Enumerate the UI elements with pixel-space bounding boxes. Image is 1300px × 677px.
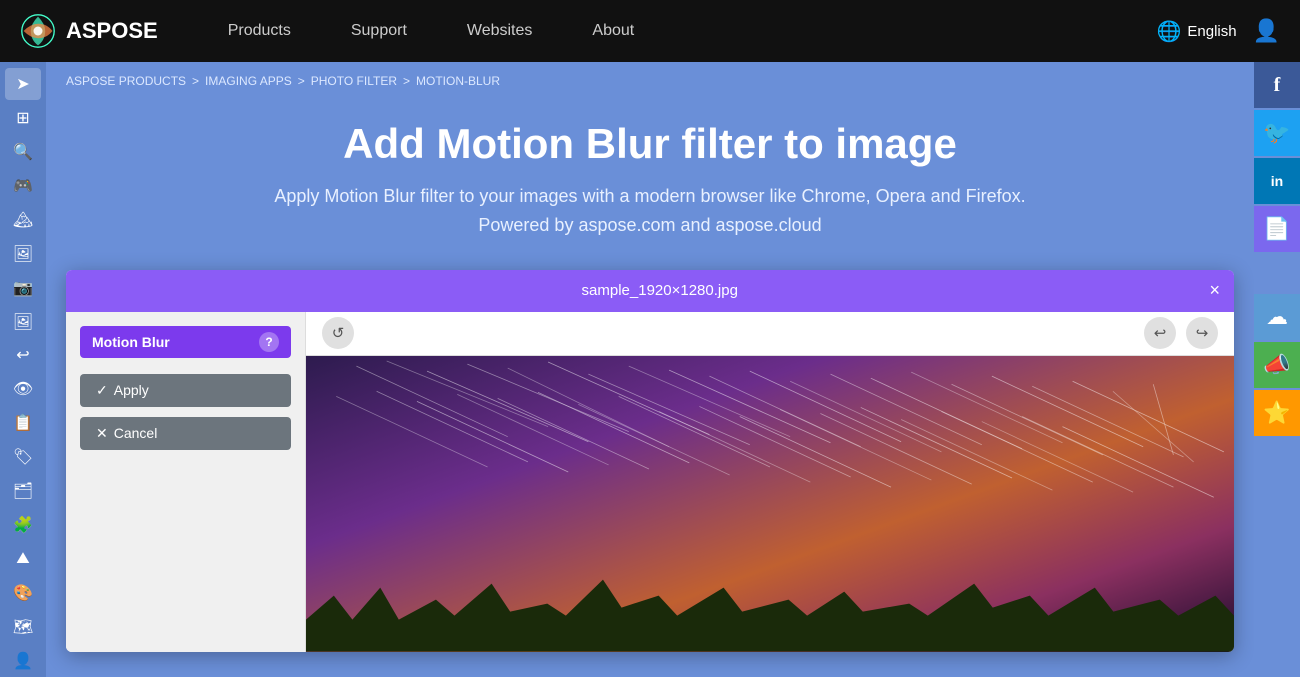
page-title: Add Motion Blur filter to image: [66, 120, 1234, 168]
star-icon: ⭐: [1263, 400, 1290, 426]
refresh-button[interactable]: ↺: [322, 317, 354, 349]
apply-button[interactable]: ✓ Apply: [80, 374, 291, 407]
sidebar-grid-icon[interactable]: ⊞: [5, 102, 41, 134]
twitter-icon: 🐦: [1263, 120, 1290, 146]
language-selector[interactable]: 🌐 English: [1156, 19, 1236, 44]
undo-button[interactable]: ↩: [1144, 317, 1176, 349]
refresh-icon: ↺: [332, 324, 345, 342]
linkedin-icon: in: [1271, 173, 1283, 189]
hero-subtitle: Apply Motion Blur filter to your images …: [66, 182, 1234, 240]
app-body: Motion Blur ? ✓ Apply ✕ Cancel: [66, 312, 1234, 652]
announce-button[interactable]: 📣: [1254, 342, 1300, 388]
breadcrumb-motion-blur[interactable]: MOTION-BLUR: [416, 74, 500, 88]
cloud-icon: ☁: [1266, 304, 1288, 330]
breadcrumb: ASPOSE PRODUCTS > IMAGING APPS > PHOTO F…: [46, 62, 1254, 100]
redo-button[interactable]: ↪: [1186, 317, 1218, 349]
main-content: ASPOSE PRODUCTS > IMAGING APPS > PHOTO F…: [46, 62, 1254, 677]
app-header: sample_1920×1280.jpg ×: [66, 270, 1234, 312]
sidebar-gallery-icon[interactable]: 🗂: [5, 475, 41, 507]
action-buttons: ✓ Apply ✕ Cancel: [80, 374, 291, 450]
sidebar-arrow-icon[interactable]: ➤: [5, 68, 41, 100]
globe-icon: 🌐: [1156, 19, 1181, 44]
nav-products[interactable]: Products: [198, 0, 321, 62]
nav-websites[interactable]: Websites: [437, 0, 563, 62]
twitter-share-button[interactable]: 🐦: [1254, 110, 1300, 156]
cancel-button[interactable]: ✕ Cancel: [80, 417, 291, 450]
nav-support[interactable]: Support: [321, 0, 437, 62]
sidebar-photo-icon[interactable]: 📷: [5, 272, 41, 304]
sidebar-tag-icon[interactable]: 🏷: [5, 441, 41, 473]
announce-icon: 📣: [1263, 352, 1290, 378]
file-share-icon: 📄: [1263, 216, 1290, 242]
sidebar-frame-icon[interactable]: 🖼: [5, 306, 41, 338]
cancel-x-icon: ✕: [96, 425, 108, 442]
sidebar-landscape-icon[interactable]: 🏔: [5, 204, 41, 236]
cloud-button[interactable]: ☁: [1254, 294, 1300, 340]
left-sidebar: ➤ ⊞ 🔍 🎮 🏔 🖼 📷 🖼 ↩ 👁 📋 🏷 🗂 🧩 ⛰ 🎨 🗺 👤: [0, 62, 46, 677]
hero-section: Add Motion Blur filter to image Apply Mo…: [46, 100, 1254, 270]
filter-title: Motion Blur: [92, 334, 170, 350]
sample-image: [306, 356, 1234, 652]
app-filename: sample_1920×1280.jpg: [110, 282, 1209, 299]
nav-about[interactable]: About: [562, 0, 664, 62]
apply-label: Apply: [114, 382, 149, 398]
undo-icon: ↩: [1154, 324, 1167, 342]
breadcrumb-sep-3: >: [403, 74, 410, 88]
sidebar-eye-icon[interactable]: 👁: [5, 373, 41, 405]
filter-help-button[interactable]: ?: [259, 332, 279, 352]
navbar-right: 🌐 English 👤: [1156, 18, 1280, 44]
breadcrumb-imaging-apps[interactable]: IMAGING APPS: [205, 74, 292, 88]
language-label: English: [1187, 23, 1236, 40]
breadcrumb-photo-filter[interactable]: PHOTO FILTER: [311, 74, 397, 88]
filter-title-bar: Motion Blur ?: [80, 326, 291, 358]
app-container: sample_1920×1280.jpg × Motion Blur ? ✓ A…: [66, 270, 1234, 652]
sidebar-puzzle-icon[interactable]: 🧩: [5, 509, 41, 541]
app-close-button[interactable]: ×: [1209, 280, 1220, 301]
sidebar-list-icon[interactable]: 📋: [5, 407, 41, 439]
sidebar-filter-icon[interactable]: 🎨: [5, 577, 41, 609]
star-button[interactable]: ⭐: [1254, 390, 1300, 436]
viewer-toolbar: ↺ ↩ ↪: [306, 312, 1234, 356]
logo[interactable]: ASPOSE: [20, 13, 158, 49]
file-share-button[interactable]: 📄: [1254, 206, 1300, 252]
right-sidebar: f 🐦 in 📄 ☁ 📣 ⭐: [1254, 62, 1300, 677]
redo-icon: ↪: [1196, 324, 1209, 342]
navbar: ASPOSE Products Support Websites About 🌐…: [0, 0, 1300, 62]
breadcrumb-sep-2: >: [298, 74, 305, 88]
filter-panel: Motion Blur ? ✓ Apply ✕ Cancel: [66, 312, 306, 652]
linkedin-share-button[interactable]: in: [1254, 158, 1300, 204]
sidebar-person-icon[interactable]: 👤: [5, 645, 41, 677]
apply-check-icon: ✓: [96, 382, 108, 399]
image-viewer: ↺ ↩ ↪: [306, 312, 1234, 652]
cancel-label: Cancel: [114, 425, 158, 441]
logo-text: ASPOSE: [66, 18, 158, 44]
hero-subtitle-text: Apply Motion Blur filter to your images …: [274, 186, 1025, 206]
breadcrumb-sep-1: >: [192, 74, 199, 88]
sidebar-undo-icon[interactable]: ↩: [5, 340, 41, 372]
hero-powered-by: Powered by aspose.com and aspose.cloud: [478, 215, 821, 235]
user-icon[interactable]: 👤: [1253, 18, 1280, 44]
sidebar-search-icon[interactable]: 🔍: [5, 136, 41, 168]
sidebar-gamepad-icon[interactable]: 🎮: [5, 170, 41, 202]
facebook-share-button[interactable]: f: [1254, 62, 1300, 108]
sidebar-map-icon[interactable]: 🗺: [5, 611, 41, 643]
sidebar-mountain-icon[interactable]: ⛰: [5, 543, 41, 575]
sidebar-image-icon[interactable]: 🖼: [5, 238, 41, 270]
navbar-links: Products Support Websites About: [198, 0, 1157, 62]
breadcrumb-aspose-products[interactable]: ASPOSE PRODUCTS: [66, 74, 186, 88]
facebook-icon: f: [1274, 74, 1281, 97]
